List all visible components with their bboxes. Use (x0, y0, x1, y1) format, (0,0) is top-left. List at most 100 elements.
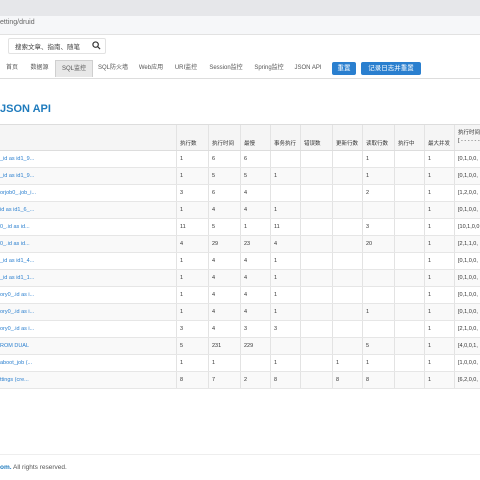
table-cell: 8 (270, 372, 300, 388)
table-cell: 6 (208, 151, 240, 167)
table-cell (332, 168, 362, 184)
table-cell (300, 287, 332, 303)
log-and-reset-button[interactable]: 记录日志并重置 (361, 62, 421, 75)
table-cell: 5 (176, 338, 208, 354)
search-icon[interactable] (92, 41, 101, 50)
table-row: 0_.id as id... 4 29 23 4 20 1 [2,1,1,0, (0, 236, 480, 253)
table-cell (362, 270, 394, 286)
table-cell: 11 (176, 219, 208, 235)
table-cell (362, 202, 394, 218)
sql-link[interactable]: id as id1_6_... (0, 202, 176, 218)
tab-session-monitor[interactable]: Session监控 (206, 60, 246, 76)
sql-link[interactable]: _id as id1_4... (0, 253, 176, 269)
sql-link[interactable]: _id as id1_9... (0, 151, 176, 167)
table-cell: 4 (240, 270, 270, 286)
sql-link[interactable]: ory0_.id as i... (0, 287, 176, 303)
header-cell[interactable]: 最慢 (240, 125, 270, 150)
table-cell (270, 185, 300, 201)
sql-link[interactable]: _id as id1_9... (0, 168, 176, 184)
sql-link[interactable]: ory0_.id as i... (0, 304, 176, 320)
table-cell-distribution: [1,2,0,0, (454, 185, 480, 201)
table-cell (300, 202, 332, 218)
tab-sql-monitor[interactable]: SQL监控 (55, 60, 93, 77)
tab-uri-monitor[interactable]: URI监控 (172, 60, 200, 76)
sql-link[interactable]: ttings (cre... (0, 372, 176, 388)
table-cell: 1 (270, 270, 300, 286)
sql-link[interactable]: ory0_.id as i... (0, 321, 176, 337)
tab-home[interactable]: 首页 (3, 60, 21, 76)
tab-sql-firewall[interactable]: SQL防火墙 (95, 60, 131, 76)
header-cell[interactable]: 执行中 (394, 125, 424, 150)
table-cell: 4 (208, 287, 240, 303)
footer-divider (0, 454, 480, 455)
table-cell: 1 (424, 202, 454, 218)
table-cell (300, 236, 332, 252)
header-cell[interactable]: 错误数 (300, 125, 332, 150)
table-cell (300, 219, 332, 235)
header-cell-distribution[interactable]: 执行时间分 [ - - - - - - (454, 125, 480, 150)
table-cell (270, 338, 300, 354)
table-cell: 5 (208, 219, 240, 235)
table-cell: 3 (240, 321, 270, 337)
table-cell: 4 (176, 236, 208, 252)
table-cell: 8 (362, 372, 394, 388)
header-cell[interactable]: 事务执行 (270, 125, 300, 150)
header-cell[interactable]: 执行数 (176, 125, 208, 150)
table-cell: 1 (176, 168, 208, 184)
header-cell[interactable]: 最大并发 (424, 125, 454, 150)
table-cell (300, 321, 332, 337)
sql-link[interactable]: orjob0_.job_i... (0, 185, 176, 201)
table-cell-distribution: [0,1,0,0, (454, 270, 480, 286)
table-cell: 23 (240, 236, 270, 252)
table-cell: 20 (362, 236, 394, 252)
table-row: ory0_.id as i... 1 4 4 1 1 1 [0,1,0,0, (0, 304, 480, 321)
table-cell: 4 (208, 202, 240, 218)
table-cell (332, 236, 362, 252)
footer-brand: om. (0, 464, 12, 471)
table-cell: 1 (176, 253, 208, 269)
sql-link[interactable]: ROM DUAL (0, 338, 176, 354)
table-cell (332, 185, 362, 201)
reset-button[interactable]: 重置 (332, 62, 356, 75)
table-cell: 2 (362, 185, 394, 201)
table-cell (394, 185, 424, 201)
sql-link[interactable]: 0_.id as id... (0, 219, 176, 235)
table-cell-distribution: [0,1,0,0, (454, 253, 480, 269)
table-cell (394, 355, 424, 371)
table-cell: 4 (208, 253, 240, 269)
tab-web-app[interactable]: Web应用 (136, 60, 166, 76)
table-cell (394, 321, 424, 337)
tab-spring-monitor[interactable]: Spring监控 (251, 60, 287, 76)
table-cell: 1 (208, 355, 240, 371)
table-cell: 1 (176, 304, 208, 320)
search-placeholder: 搜索文章、指南、随笔 (15, 44, 80, 51)
table-cell: 2 (240, 372, 270, 388)
table-cell (332, 253, 362, 269)
table-cell (300, 185, 332, 201)
header-cell[interactable]: 更新行数 (332, 125, 362, 150)
table-cell: 6 (208, 185, 240, 201)
table-cell-distribution: [0,1,0,0, (454, 304, 480, 320)
table-cell (240, 355, 270, 371)
table-cell: 1 (424, 219, 454, 235)
table-cell: 1 (362, 168, 394, 184)
table-row: _id as id1_1... 1 4 4 1 1 [0,1,0,0, (0, 270, 480, 287)
table-cell-distribution: [1,0,0,0, (454, 355, 480, 371)
table-cell: 1 (424, 253, 454, 269)
table-cell: 8 (332, 372, 362, 388)
table-cell: 1 (270, 168, 300, 184)
address-bar[interactable]: etting/druid (0, 16, 480, 35)
header-cell[interactable]: 读取行数 (362, 125, 394, 150)
tab-datasource[interactable]: 数据源 (27, 60, 52, 76)
search-input[interactable]: 搜索文章、指南、随笔 (8, 38, 106, 54)
sql-link[interactable]: aboot_job (... (0, 355, 176, 371)
header-cell[interactable]: 执行时间 (208, 125, 240, 150)
table-row: _id as id1_4... 1 4 4 1 1 [0,1,0,0, (0, 253, 480, 270)
tab-json-api[interactable]: JSON API (292, 60, 324, 76)
table-cell (300, 168, 332, 184)
sql-link[interactable]: 0_.id as id... (0, 236, 176, 252)
sql-link[interactable]: _id as id1_1... (0, 270, 176, 286)
table-cell-distribution: [2,1,1,0, (454, 236, 480, 252)
table-cell: 3 (176, 185, 208, 201)
table-cell: 4 (240, 253, 270, 269)
